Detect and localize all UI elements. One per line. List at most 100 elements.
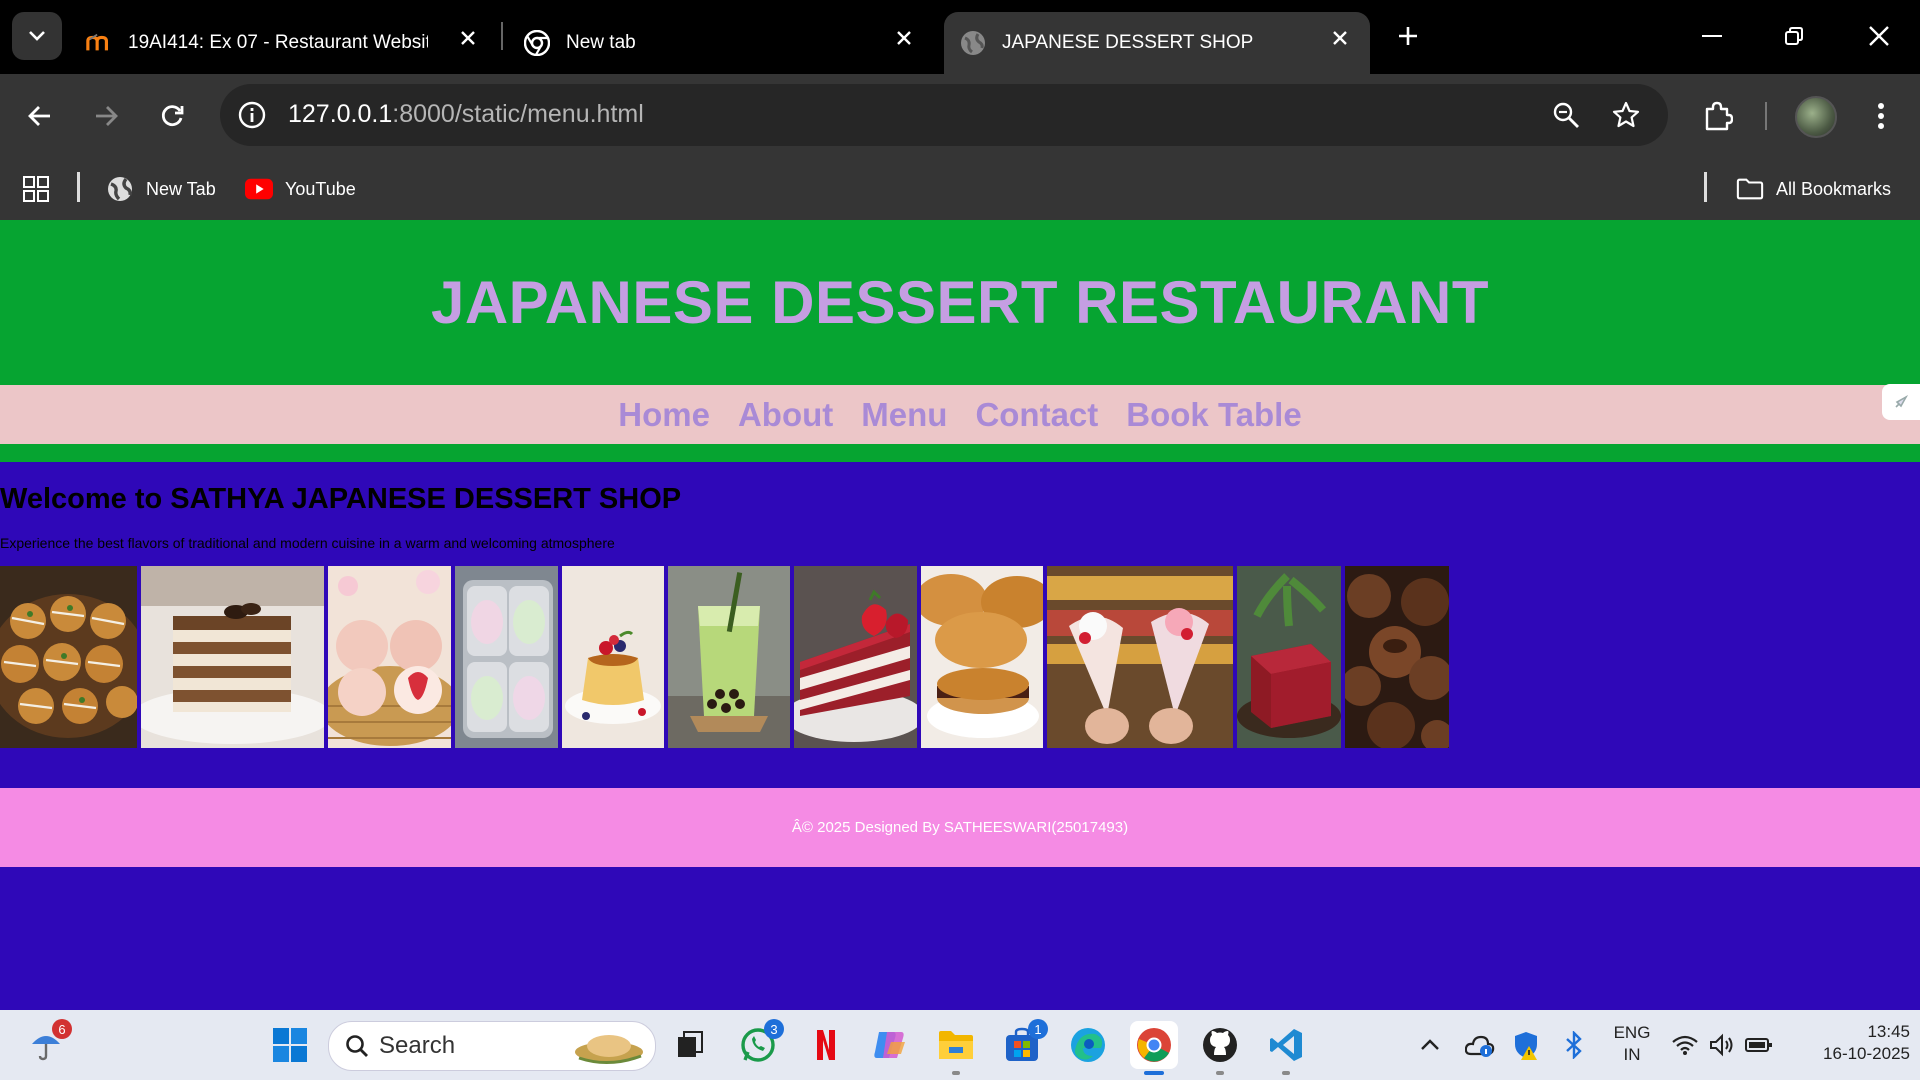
site-info-button[interactable]	[236, 99, 268, 131]
close-window-button[interactable]	[1861, 18, 1897, 54]
chevron-down-icon	[29, 31, 45, 41]
matcha-bubble-tea-photo	[668, 566, 790, 748]
edge-icon	[1071, 1028, 1105, 1062]
network-volume-battery[interactable]	[1664, 1021, 1780, 1069]
search-highlight-icon	[575, 1035, 643, 1065]
tab-search-button[interactable]	[12, 12, 62, 60]
taskbar-vscode[interactable]	[1262, 1021, 1310, 1075]
tab-moodle[interactable]: 19AI414: Ex 07 - Restaurant Website |	[86, 12, 486, 74]
bookmark-youtube[interactable]: YouTube	[245, 172, 356, 206]
taskbar-netflix[interactable]	[802, 1021, 850, 1069]
footer-text: Â© 2025 Designed By SATHEESWARI(25017493…	[791, 819, 1129, 836]
rocket-icon	[1895, 394, 1909, 408]
bookmark-new-tab[interactable]: New Tab	[106, 172, 216, 206]
bookmarks-separator	[77, 172, 80, 202]
reload-button[interactable]	[150, 94, 194, 138]
globe-icon	[106, 175, 134, 203]
windows-taskbar: 6 Search 3 1 ENG IN 13:45 16-10-2025	[0, 1010, 1920, 1080]
extensions-button[interactable]	[1696, 94, 1740, 138]
all-bookmarks-button[interactable]: All Bookmarks	[1736, 172, 1891, 206]
clock[interactable]: 13:45 16-10-2025	[1790, 1021, 1910, 1065]
chrome-icon	[524, 30, 550, 56]
nav-about[interactable]: About	[738, 396, 833, 434]
nav-home[interactable]: Home	[618, 396, 710, 434]
running-indicator	[952, 1071, 960, 1075]
welcome-heading: Welcome to SATHYA JAPANESE DESSERT SHOP	[0, 483, 682, 515]
tiramisu-photo	[141, 566, 324, 748]
wifi-icon	[1672, 1035, 1698, 1055]
tab-japanese-dessert-shop[interactable]: JAPANESE DESSERT SHOP	[944, 12, 1370, 74]
nav-menu[interactable]: Menu	[861, 396, 947, 434]
start-button[interactable]	[266, 1021, 314, 1069]
welcome-text: Experience the best flavors of tradition…	[0, 535, 615, 551]
nav-contact[interactable]: Contact	[975, 396, 1098, 434]
site-footer: Â© 2025 Designed By SATHEESWARI(25017493…	[0, 788, 1920, 867]
new-tab-button[interactable]	[1392, 20, 1424, 52]
forward-button[interactable]	[84, 94, 128, 138]
running-indicator	[1144, 1071, 1164, 1075]
volume-icon	[1710, 1033, 1733, 1057]
restore-button[interactable]	[1776, 18, 1812, 54]
info-icon	[238, 101, 266, 129]
profile-avatar[interactable]	[1795, 96, 1837, 138]
address-bar[interactable]: 127.0.0.1:8000/static/menu.html	[220, 84, 1668, 146]
zoom-icon	[1553, 102, 1579, 128]
zoom-button[interactable]	[1550, 99, 1582, 131]
minimize-button[interactable]	[1694, 18, 1730, 54]
taskbar-file-explorer[interactable]	[932, 1021, 980, 1075]
site-header: JAPANESE DESSERT RESTAURANT	[0, 220, 1920, 385]
custard-pudding-photo	[562, 566, 664, 748]
task-view-button[interactable]	[666, 1021, 714, 1069]
chocolate-truffles-photo	[1345, 566, 1449, 748]
taskbar-whatsapp[interactable]: 3	[734, 1019, 784, 1069]
tab-separator	[501, 22, 503, 50]
red-jelly-photo	[1237, 566, 1341, 748]
more-vert-icon	[1878, 103, 1884, 129]
tab-title: New tab	[566, 32, 636, 53]
bluetooth-tray-icon[interactable]	[1550, 1021, 1598, 1069]
bookmark-star-button[interactable]	[1610, 99, 1642, 131]
running-indicator	[1216, 1071, 1224, 1075]
url-text[interactable]: 127.0.0.1:8000/static/menu.html	[288, 100, 644, 129]
language-line1: ENG	[1613, 1023, 1651, 1042]
search-icon	[346, 1035, 368, 1057]
whatsapp-badge: 3	[764, 1019, 784, 1039]
clock-time: 13:45	[1867, 1022, 1910, 1041]
taskbar-github[interactable]	[1196, 1021, 1244, 1075]
moodle-icon	[86, 30, 112, 56]
copilot-icon	[874, 1032, 905, 1058]
taskbar-chrome[interactable]	[1130, 1021, 1178, 1075]
close-icon[interactable]	[456, 26, 480, 50]
show-hidden-icons-button[interactable]	[1406, 1021, 1454, 1069]
onedrive-tray-icon[interactable]	[1456, 1021, 1504, 1069]
close-icon	[1869, 26, 1889, 46]
bookmarks-bar: New Tab YouTube All Bookmarks	[0, 156, 1920, 220]
taskbar-store[interactable]: 1	[998, 1019, 1048, 1069]
tab-strip: 19AI414: Ex 07 - Restaurant Website | Ne…	[0, 0, 1920, 74]
weather-widget[interactable]: 6	[22, 1019, 72, 1069]
github-icon	[1203, 1028, 1237, 1062]
nav-book-table[interactable]: Book Table	[1126, 396, 1301, 434]
language-indicator[interactable]: ENG IN	[1600, 1022, 1664, 1066]
defender-tray-icon[interactable]	[1502, 1021, 1550, 1069]
apps-button[interactable]	[22, 172, 50, 206]
tab-new-tab[interactable]: New tab	[524, 12, 924, 74]
browser-toolbar: 127.0.0.1:8000/static/menu.html	[0, 74, 1920, 156]
shield-warning-icon	[1515, 1032, 1537, 1060]
url-path: :8000/static/menu.html	[392, 100, 644, 128]
bluetooth-icon	[1566, 1031, 1582, 1059]
menu-button[interactable]	[1859, 94, 1903, 138]
side-panel-button[interactable]	[1882, 384, 1920, 420]
chevron-up-icon	[1421, 1039, 1439, 1050]
close-icon[interactable]	[892, 26, 916, 50]
taskbar-edge[interactable]	[1064, 1021, 1112, 1069]
puzzle-icon	[1705, 101, 1733, 131]
back-button[interactable]	[18, 94, 62, 138]
taskbar-search[interactable]: Search	[328, 1021, 656, 1071]
web-page: JAPANESE DESSERT RESTAURANT Home About M…	[0, 220, 1920, 1010]
minimize-icon	[1702, 35, 1722, 37]
bookmarks-separator	[1704, 172, 1707, 202]
close-icon[interactable]	[1328, 26, 1352, 50]
search-label: Search	[379, 1032, 456, 1059]
taskbar-copilot[interactable]	[866, 1021, 914, 1069]
